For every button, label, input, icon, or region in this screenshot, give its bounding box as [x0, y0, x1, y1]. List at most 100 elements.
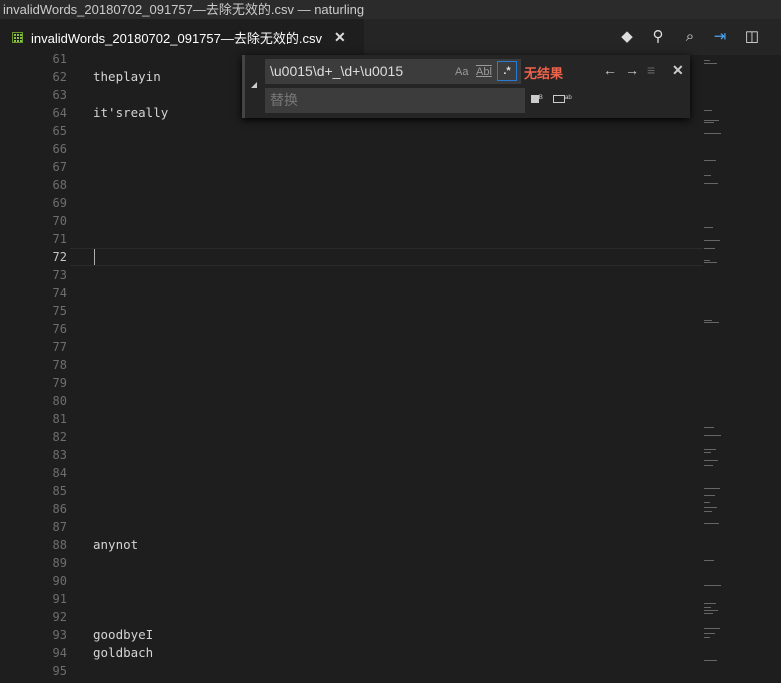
code-area[interactable]: theplayin it'sreally anynot goodbyeI goldbac…	[93, 50, 703, 680]
tab-label: invalidWords_20180702_091757—去除无效的.csv	[31, 30, 322, 46]
code-line[interactable]: anynot	[93, 536, 703, 554]
minimap-line	[704, 260, 710, 261]
code-line[interactable]	[93, 122, 703, 140]
code-line[interactable]	[93, 320, 703, 338]
line-number: 75	[52, 304, 67, 318]
open-preview-icon[interactable]: ⚲	[648, 27, 668, 47]
line-number: 80	[52, 394, 67, 408]
tab-close-button[interactable]: ✕	[334, 29, 346, 46]
toggle-replace-icon[interactable]	[251, 82, 257, 88]
minimap-line	[704, 465, 713, 466]
replace-one-label: ᴮ	[539, 93, 543, 103]
code-line[interactable]	[93, 302, 703, 320]
code-line[interactable]	[93, 374, 703, 392]
line-number-gutter: 61 62 63 64 65 66 67 68 69 70 71 72 73 74 75 76 77 78 79 80…	[0, 50, 70, 680]
code-line[interactable]	[93, 212, 703, 230]
close-find-button[interactable]: ✕	[672, 62, 684, 79]
code-line[interactable]: goodbyeI	[93, 626, 703, 644]
line-number: 88	[52, 538, 67, 552]
code-line[interactable]	[93, 554, 703, 572]
minimap[interactable]	[702, 55, 781, 683]
line-number: 94	[52, 646, 67, 660]
minimap-line	[704, 60, 710, 61]
open-changes-icon[interactable]: ⇥	[710, 27, 730, 47]
minimap-line	[704, 320, 712, 321]
minimap-line	[704, 449, 716, 450]
regex-button[interactable]: .*	[497, 61, 517, 81]
next-match-button[interactable]: →	[625, 62, 639, 78]
code-line[interactable]	[93, 158, 703, 176]
line-number: 73	[52, 268, 67, 282]
line-number: 87	[52, 520, 67, 534]
minimap-line	[704, 637, 710, 638]
minimap-line	[704, 160, 716, 161]
minimap-line	[704, 628, 720, 629]
code-line[interactable]: goldbach	[93, 644, 703, 662]
code-line[interactable]	[93, 464, 703, 482]
replace-input[interactable]: 替换	[265, 88, 525, 113]
code-line[interactable]	[93, 518, 703, 536]
find-in-files-icon[interactable]: ⌕	[680, 27, 700, 47]
minimap-line	[704, 610, 718, 611]
minimap-line	[704, 511, 712, 512]
code-line[interactable]	[93, 608, 703, 626]
minimap-line	[704, 262, 717, 263]
minimap-line	[704, 110, 712, 111]
previous-match-button[interactable]: ←	[603, 62, 617, 78]
code-line[interactable]	[93, 500, 703, 518]
replace-all-label: ᵃᵇ	[565, 93, 572, 103]
line-number: 77	[52, 340, 67, 354]
code-line[interactable]	[93, 248, 703, 266]
line-number: 63	[52, 88, 67, 102]
code-line[interactable]	[93, 392, 703, 410]
line-number: 67	[52, 160, 67, 174]
code-line[interactable]	[93, 410, 703, 428]
code-line[interactable]	[93, 572, 703, 590]
line-number: 76	[52, 322, 67, 336]
git-icon[interactable]: ◆	[617, 27, 637, 47]
minimap-line	[704, 427, 714, 428]
code-line[interactable]	[93, 230, 703, 248]
minimap-line	[704, 175, 711, 176]
minimap-line	[704, 322, 719, 323]
line-number: 72	[52, 250, 67, 264]
minimap-line	[704, 248, 715, 249]
minimap-line	[704, 460, 718, 461]
line-number: 70	[52, 214, 67, 228]
code-line[interactable]	[93, 140, 703, 158]
code-line[interactable]	[93, 176, 703, 194]
code-line[interactable]	[93, 590, 703, 608]
replace-one-icon[interactable]: ᴮ	[531, 93, 543, 103]
code-line[interactable]	[93, 428, 703, 446]
line-number: 84	[52, 466, 67, 480]
code-line[interactable]	[93, 266, 703, 284]
minimap-line	[704, 227, 713, 228]
code-line[interactable]	[93, 356, 703, 374]
minimap-line	[704, 560, 714, 561]
text-cursor	[94, 249, 95, 265]
line-number: 86	[52, 502, 67, 516]
minimap-line	[704, 63, 717, 64]
minimap-line	[704, 660, 717, 661]
code-line[interactable]	[93, 662, 703, 680]
code-line[interactable]	[93, 482, 703, 500]
code-line[interactable]	[93, 194, 703, 212]
line-number: 69	[52, 196, 67, 210]
code-line[interactable]	[93, 446, 703, 464]
find-widget: \u0015\d+_\d+\u0015 Aa Abl .* 无结果 ← → ≡ …	[242, 55, 690, 118]
line-number: 65	[52, 124, 67, 138]
replace-all-icon[interactable]: ᵃᵇ	[553, 93, 572, 103]
line-number: 89	[52, 556, 67, 570]
split-editor-icon[interactable]: ◫	[742, 27, 762, 47]
line-number: 62	[52, 70, 67, 84]
code-line[interactable]	[93, 284, 703, 302]
line-number: 93	[52, 628, 67, 642]
match-case-button[interactable]: Aa	[455, 63, 468, 81]
whole-word-button[interactable]: Abl	[476, 63, 492, 81]
line-number: 82	[52, 430, 67, 444]
code-line[interactable]	[93, 338, 703, 356]
minimap-line	[704, 240, 720, 241]
line-number: 85	[52, 484, 67, 498]
find-in-selection-icon[interactable]: ≡	[647, 62, 655, 78]
minimap-line	[704, 133, 721, 134]
